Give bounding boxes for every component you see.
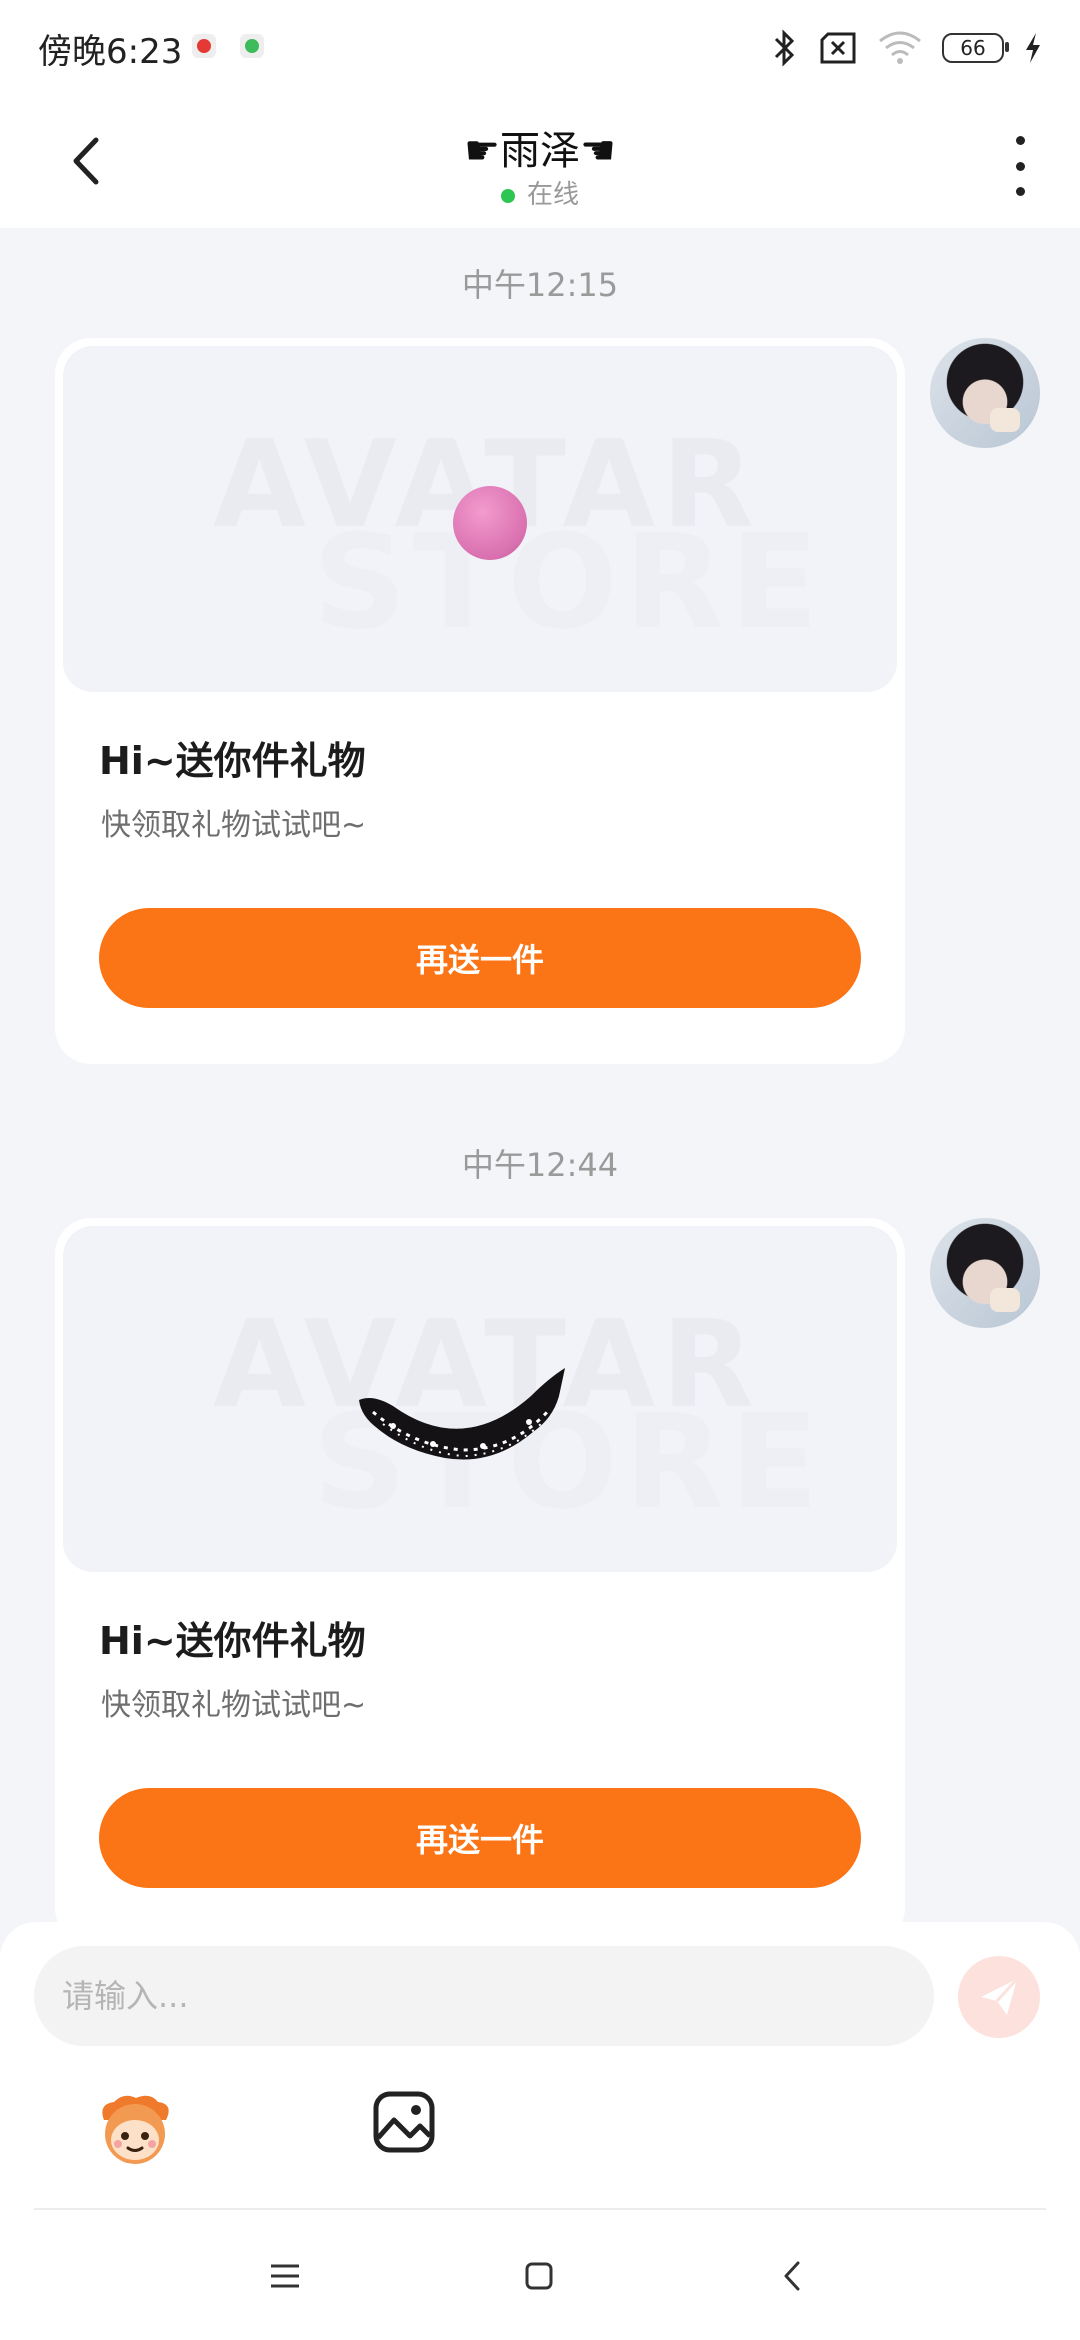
home-icon (525, 2262, 553, 2290)
watermark-text: STORE (313, 506, 825, 658)
message-timestamp: 中午12:15 (461, 266, 619, 304)
status-bar: 傍晚6:23 66 (0, 0, 1080, 96)
sender-avatar[interactable] (930, 1218, 1040, 1328)
online-dot-icon (500, 188, 515, 203)
gift-subtitle: 快领取礼物试试吧~ (101, 1688, 367, 1723)
status-time: 傍晚6:23 (38, 32, 183, 72)
battery-level: 66 (960, 36, 986, 60)
charging-icon (1026, 33, 1040, 63)
system-nav-bar (0, 2212, 1080, 2340)
sticker-button[interactable] (94, 2090, 176, 2168)
lace-mask-gift-icon (359, 1368, 565, 1460)
image-picker-button[interactable] (372, 2090, 436, 2154)
send-another-gift-button[interactable]: 再送一件 (99, 1788, 861, 1888)
chat-header: ☛雨泽☚ 在线 (0, 96, 1080, 228)
more-options-button[interactable] (1000, 136, 1040, 196)
wifi-icon (879, 31, 921, 64)
gift-title: Hi~送你件礼物 (99, 1619, 366, 1663)
sender-avatar[interactable] (930, 338, 1040, 448)
gift-title: Hi~送你件礼物 (99, 739, 366, 783)
send-message-button[interactable] (958, 1956, 1040, 2038)
image-icon (373, 2091, 435, 2153)
more-dot-icon (1015, 187, 1025, 196)
gift-message-card: AVATAR STORE Hi~送你件礼物 快领取礼物试试吧~ 再送一件 (55, 1218, 905, 1944)
nav-home-button[interactable] (509, 2250, 569, 2302)
online-status: 在线 (0, 174, 1080, 211)
notification-app-icon (192, 34, 216, 58)
gift-preview-image[interactable]: AVATAR STORE (63, 1226, 897, 1572)
online-status-label: 在线 (526, 180, 579, 210)
menu-icon (271, 2264, 299, 2288)
more-dot-icon (1015, 136, 1025, 145)
gift-subtitle: 快领取礼物试试吧~ (101, 808, 367, 843)
gift-preview-image[interactable]: AVATAR STORE (63, 346, 897, 692)
contact-name: ☛雨泽☚ (464, 128, 616, 174)
divider (34, 2208, 1046, 2210)
more-dot-icon (1015, 161, 1025, 171)
nav-menu-button[interactable] (255, 2250, 315, 2302)
message-timestamp: 中午12:44 (461, 1146, 619, 1184)
message-input[interactable] (34, 1946, 934, 2046)
input-panel (0, 1922, 1080, 2340)
battery-icon: 66 (942, 33, 1009, 63)
pink-ball-gift-icon (453, 486, 527, 560)
notification-app-icon (240, 34, 264, 58)
nav-back-button[interactable] (762, 2250, 822, 2302)
back-icon (784, 2261, 800, 2291)
gift-message-card: AVATAR STORE Hi~送你件礼物 快领取礼物试试吧~ 再送一件 (55, 338, 905, 1064)
send-icon (981, 1977, 1019, 2015)
mascot-sticker-icon (102, 2095, 169, 2164)
bluetooth-icon (774, 29, 795, 67)
no-sim-icon (820, 32, 856, 64)
send-another-gift-button[interactable]: 再送一件 (99, 908, 861, 1008)
